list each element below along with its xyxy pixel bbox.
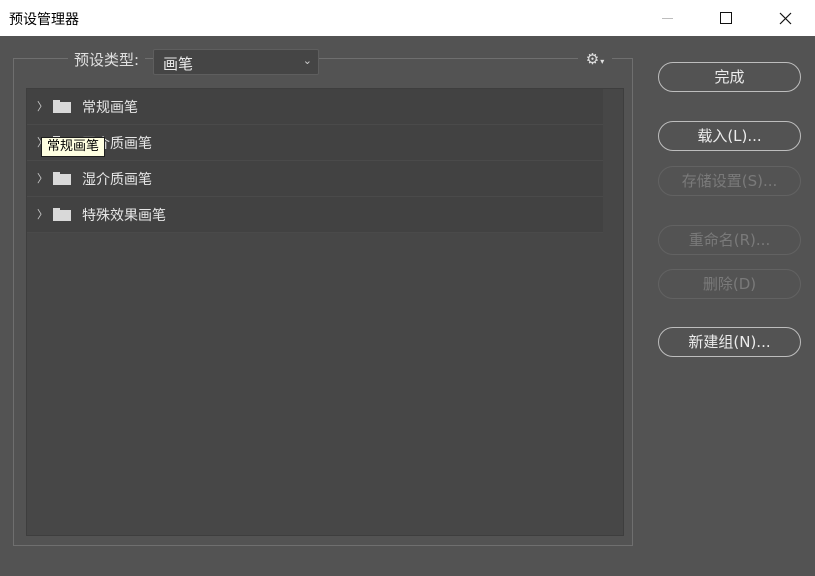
caret-down-icon: ▾: [600, 56, 605, 66]
folder-icon: [53, 172, 71, 185]
load-button[interactable]: 载入(L)...: [658, 121, 801, 151]
save-settings-button[interactable]: 存储设置(S)...: [658, 166, 801, 196]
preset-type-label: 预设类型:: [68, 49, 146, 75]
folder-icon: [53, 100, 71, 113]
minimize-icon: [661, 17, 673, 19]
list-item[interactable]: 〉 湿介质画笔: [27, 161, 603, 197]
new-group-button[interactable]: 新建组(N)...: [658, 327, 801, 357]
folder-icon: [53, 208, 71, 221]
list-scrollbar[interactable]: [603, 89, 623, 535]
delete-button[interactable]: 删除(D): [658, 269, 801, 299]
window-title: 预设管理器: [9, 12, 79, 28]
minimize-button[interactable]: [644, 0, 690, 36]
list-item-label: 湿介质画笔: [82, 172, 152, 188]
maximize-button[interactable]: [703, 0, 749, 36]
tooltip: 常规画笔: [41, 137, 106, 157]
chevron-right-icon[interactable]: 〉: [37, 206, 48, 222]
list-item[interactable]: 〉 特殊效果画笔: [27, 197, 603, 233]
rename-button[interactable]: 重命名(R)...: [658, 225, 801, 255]
close-icon: [779, 12, 791, 24]
done-button[interactable]: 完成: [658, 62, 801, 92]
list-item-label: 特殊效果画笔: [82, 208, 166, 224]
list-item[interactable]: 〉 常规画笔: [27, 89, 603, 125]
list-item[interactable]: 〉 干介质画笔: [27, 125, 603, 161]
title-bar: 预设管理器: [0, 0, 815, 36]
maximize-icon: [720, 12, 732, 24]
preset-type-select[interactable]: 画笔 ⌄: [153, 49, 319, 75]
chevron-down-icon: ⌄: [302, 54, 312, 67]
preset-type-value: 画笔: [163, 55, 194, 73]
chevron-right-icon[interactable]: 〉: [37, 170, 48, 186]
close-button[interactable]: [762, 0, 808, 36]
settings-menu-button[interactable]: ⚙ ▾: [578, 48, 612, 70]
gear-icon: ⚙: [585, 50, 600, 68]
preset-list[interactable]: 〉 常规画笔 〉 干介质画笔 〉 湿介质画笔 〉 特殊效果画笔: [26, 88, 624, 536]
list-item-label: 常规画笔: [82, 100, 138, 116]
chevron-right-icon[interactable]: 〉: [37, 98, 48, 114]
